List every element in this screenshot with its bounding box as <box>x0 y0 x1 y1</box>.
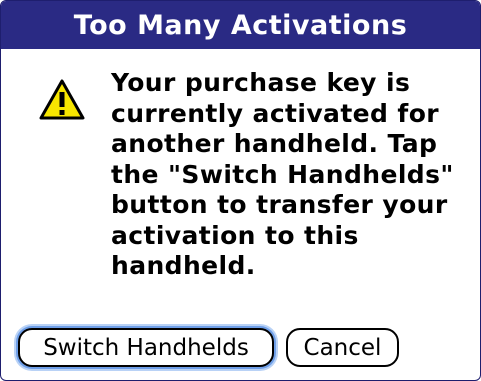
cancel-button[interactable]: Cancel <box>286 328 399 367</box>
message-line: button to transfer your <box>111 190 448 219</box>
message-line: handheld. <box>111 251 256 280</box>
dialog-title: Too Many Activations <box>73 9 408 41</box>
message-line: currently activated for <box>111 98 440 128</box>
message-line: activation to this <box>111 220 359 250</box>
message-line: Your purchase key is <box>111 68 411 97</box>
warning-icon <box>39 79 85 120</box>
message-line: the "Switch Handhelds" <box>111 159 454 189</box>
dialog-message: Your purchase key is currently activated… <box>111 68 473 282</box>
message-line: another handheld. Tap <box>111 129 438 158</box>
alert-dialog: Too Many Activations Your purchase key i… <box>0 0 481 381</box>
switch-handhelds-button[interactable]: Switch Handhelds <box>18 328 274 367</box>
dialog-titlebar: Too Many Activations <box>1 1 480 49</box>
